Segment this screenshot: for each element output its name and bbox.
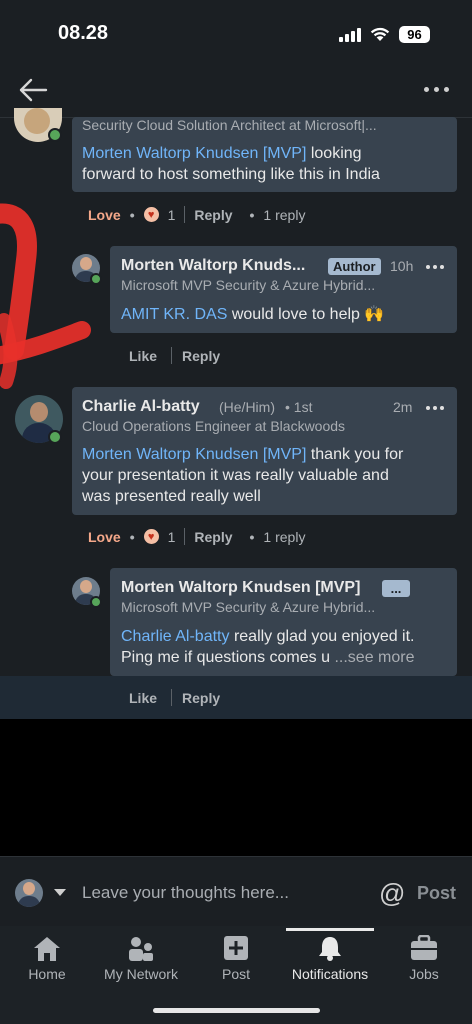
reply-actions: Like Reply bbox=[129, 689, 220, 706]
empty-area bbox=[0, 719, 472, 856]
comment-text: Morten Waltorp Knudsen [MVP] looking for… bbox=[82, 145, 380, 183]
reaction-count[interactable]: 1 bbox=[168, 207, 176, 223]
reply-actions-bar bbox=[0, 676, 472, 719]
online-status-dot bbox=[90, 596, 102, 608]
tab-jobs[interactable]: Jobs bbox=[394, 966, 454, 982]
tab-home[interactable]: Home bbox=[17, 966, 77, 982]
like-button[interactable]: Like bbox=[129, 348, 157, 364]
home-icon[interactable] bbox=[33, 936, 61, 962]
mention-link[interactable]: Morten Waltorp Knudsen [MVP] bbox=[82, 446, 306, 463]
tab-notifications[interactable]: Notifications bbox=[280, 966, 380, 982]
mention-at-icon[interactable]: @ bbox=[379, 878, 405, 909]
reply-button[interactable]: Reply bbox=[182, 690, 220, 706]
comment-time: 10h bbox=[390, 258, 414, 274]
heart-reaction-icon: ♥ bbox=[143, 529, 159, 544]
commenter-headline: Microsoft MVP Security & Azure Hybrid... bbox=[121, 599, 376, 615]
author-badge: Author bbox=[328, 258, 381, 275]
author-badge: ... bbox=[382, 580, 410, 597]
post-comment-button[interactable]: Post bbox=[417, 883, 456, 904]
heart-reaction-icon: ♥ bbox=[143, 207, 159, 222]
post-icon[interactable] bbox=[224, 936, 248, 960]
reply-button[interactable]: Reply bbox=[194, 207, 232, 223]
comment-input[interactable]: Leave your thoughts here... bbox=[82, 883, 289, 903]
commenter-headline: Cloud Operations Engineer at Blackwoods bbox=[82, 418, 346, 434]
commenter-name[interactable]: Morten Waltorp Knudsen [MVP] bbox=[121, 579, 360, 597]
comment-time: 2m bbox=[393, 399, 413, 415]
bell-icon[interactable] bbox=[316, 934, 344, 962]
tab-my-network[interactable]: My Network bbox=[96, 966, 186, 982]
more-options-icon[interactable] bbox=[424, 86, 450, 94]
online-status-dot bbox=[48, 128, 62, 142]
commenter-name[interactable]: Morten Waltorp Knuds... bbox=[121, 257, 305, 275]
online-status-dot bbox=[48, 430, 62, 444]
comment-more-icon[interactable] bbox=[426, 406, 444, 411]
commenter-headline: Microsoft MVP Security & Azure Hybrid... bbox=[121, 277, 376, 293]
love-button[interactable]: Love bbox=[88, 529, 121, 545]
reply-count-link[interactable]: 1 reply bbox=[263, 529, 305, 545]
see-more-link[interactable]: ...see more bbox=[334, 649, 414, 666]
tab-post[interactable]: Post bbox=[206, 966, 266, 982]
comment-actions: Love • ♥ 1 Reply • 1 reply bbox=[88, 528, 306, 545]
comment-more-icon[interactable] bbox=[426, 265, 444, 270]
commenter-pronouns: (He/Him) bbox=[219, 399, 275, 415]
home-indicator bbox=[153, 1008, 320, 1013]
battery-indicator: 96 bbox=[399, 26, 430, 43]
mention-link[interactable]: AMIT KR. DAS bbox=[121, 306, 227, 323]
comment-text: Morten Waltorp Knudsen [MVP] thank you f… bbox=[82, 446, 404, 505]
mention-link[interactable]: Morten Waltorp Knudsen [MVP] bbox=[82, 145, 306, 162]
connection-degree: • 1st bbox=[285, 399, 313, 415]
tab-active-indicator bbox=[286, 928, 374, 931]
caret-down-icon[interactable] bbox=[54, 889, 66, 897]
network-icon[interactable] bbox=[127, 936, 155, 962]
wifi-icon bbox=[370, 27, 390, 41]
reply-button[interactable]: Reply bbox=[194, 529, 232, 545]
like-button[interactable]: Like bbox=[129, 690, 157, 706]
comment-actions: Love • ♥ 1 Reply • 1 reply bbox=[88, 206, 306, 223]
user-avatar[interactable] bbox=[15, 879, 43, 907]
back-arrow-icon[interactable] bbox=[18, 76, 48, 104]
briefcase-icon[interactable] bbox=[410, 935, 438, 961]
red-arrow-annotation bbox=[0, 203, 91, 389]
comment-composer: Leave your thoughts here... @ Post bbox=[0, 856, 472, 927]
comment-text: AMIT KR. DAS would love to help 🙌 bbox=[121, 306, 385, 323]
mention-link[interactable]: Charlie Al-batty bbox=[121, 628, 230, 645]
commenter-name[interactable]: Charlie Al-batty bbox=[82, 398, 200, 416]
reply-actions: Like Reply bbox=[129, 347, 220, 364]
cellular-signal-icon bbox=[339, 28, 363, 42]
status-time: 08.28 bbox=[58, 22, 109, 44]
reply-button[interactable]: Reply bbox=[182, 348, 220, 364]
comment-text: Charlie Al-batty really glad you enjoyed… bbox=[121, 628, 415, 666]
commenter-headline: Security Cloud Solution Architect at Mic… bbox=[82, 117, 377, 133]
reply-count-link[interactable]: 1 reply bbox=[263, 207, 305, 223]
reaction-count[interactable]: 1 bbox=[168, 529, 176, 545]
